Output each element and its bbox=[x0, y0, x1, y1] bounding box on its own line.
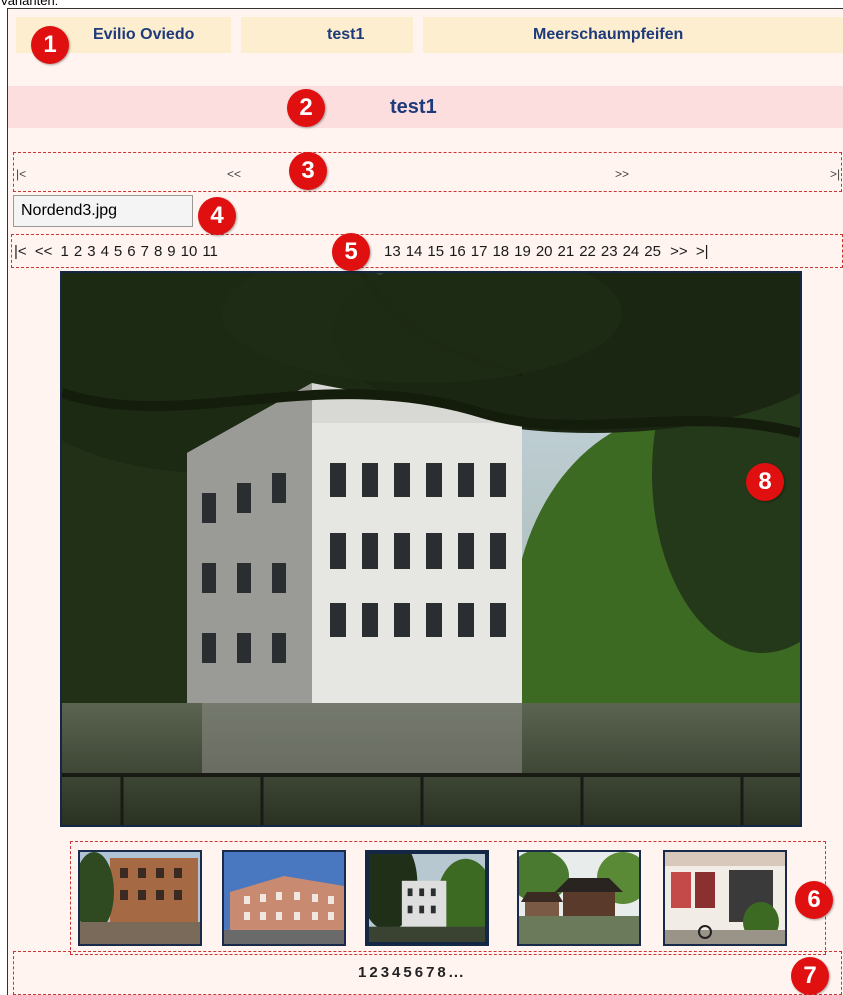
nav-divider bbox=[231, 17, 241, 53]
last-image-link[interactable]: >| bbox=[830, 167, 840, 181]
thumbnail-strip bbox=[70, 841, 826, 955]
image-pager: |< << >> >| bbox=[13, 152, 842, 192]
numbered-image-pager: |< << 1 2 3 4 5 6 7 8 9 10 11 13 14 15 16 17 18 19 20 21 22… bbox=[11, 234, 843, 268]
page-number-link[interactable]: 11 bbox=[202, 243, 218, 260]
page-number-link[interactable]: 6 bbox=[127, 243, 135, 260]
page-number-link[interactable]: 8 bbox=[154, 243, 162, 260]
badge-1: 1 bbox=[31, 26, 69, 64]
thumbnail-page-link[interactable]: 8 bbox=[437, 964, 446, 981]
thumbnail-3-image bbox=[369, 854, 485, 942]
thumbnail-2-image bbox=[224, 852, 344, 944]
thumbnail-2[interactable] bbox=[222, 850, 346, 946]
badge-6: 6 bbox=[795, 881, 833, 919]
page-list-right: 13 14 15 16 17 18 19 20 21 22 23 24 25 >> >| bbox=[384, 243, 712, 260]
page-number-link[interactable]: 4 bbox=[101, 243, 109, 260]
page-number-link[interactable]: 22 bbox=[579, 243, 596, 260]
gallery-frame: Evilio Oviedo test1 Meerschaumpfeifen te… bbox=[7, 8, 843, 995]
page-number-link[interactable]: 20 bbox=[536, 243, 553, 260]
badge-4: 4 bbox=[198, 197, 236, 235]
badge-3: 3 bbox=[289, 152, 327, 190]
page-number-link[interactable]: 14 bbox=[406, 243, 423, 260]
thumbnail-3-selected[interactable] bbox=[365, 850, 489, 946]
badge-7: 7 bbox=[791, 957, 829, 995]
page-number-link[interactable]: 21 bbox=[558, 243, 575, 260]
thumbnail-4[interactable] bbox=[517, 850, 641, 946]
first-page-link[interactable]: |< bbox=[14, 243, 27, 260]
page-number-link[interactable]: 25 bbox=[644, 243, 661, 260]
badge-5: 5 bbox=[332, 233, 370, 271]
nav-link-meerschaumpfeifen[interactable]: Meerschaumpfeifen bbox=[533, 26, 683, 44]
page-number-link[interactable]: 9 bbox=[167, 243, 175, 260]
next-image-link[interactable]: >> bbox=[615, 167, 629, 181]
page-number-link[interactable]: 7 bbox=[141, 243, 149, 260]
thumbnail-1-image bbox=[80, 852, 200, 944]
thumbnail-page-link[interactable]: 4 bbox=[392, 964, 401, 981]
thumbnail-page-link[interactable]: 1 bbox=[358, 964, 367, 981]
page-number-link[interactable]: 24 bbox=[623, 243, 640, 260]
last-page-link[interactable]: >| bbox=[696, 243, 709, 260]
prev-image-link[interactable]: << bbox=[227, 167, 241, 181]
thumbnail-page-link[interactable]: 3 bbox=[381, 964, 390, 981]
page-number-link[interactable]: 23 bbox=[601, 243, 618, 260]
nav-link-test1[interactable]: test1 bbox=[327, 26, 364, 44]
page-numbers-after: 13 14 15 16 17 18 19 20 21 22 23 24 25 bbox=[384, 243, 666, 260]
badge-2: 2 bbox=[287, 89, 325, 127]
page-title: test1 bbox=[390, 96, 437, 118]
thumbnail-page-link[interactable]: 2 bbox=[369, 964, 378, 981]
top-nav: Evilio Oviedo test1 Meerschaumpfeifen bbox=[16, 17, 843, 53]
main-image[interactable] bbox=[60, 271, 802, 827]
thumbnail-page-link[interactable]: 6 bbox=[415, 964, 424, 981]
next-page-link[interactable]: >> bbox=[670, 243, 688, 260]
thumbnail-page-link[interactable]: 5 bbox=[403, 964, 412, 981]
nav-divider bbox=[413, 17, 423, 53]
prev-page-link[interactable]: << bbox=[35, 243, 53, 260]
thumbnail-page-link[interactable]: 7 bbox=[426, 964, 435, 981]
filename-field: Nordend3.jpg bbox=[13, 195, 193, 227]
page-list-left: |< << 1 2 3 4 5 6 7 8 9 10 11 bbox=[14, 243, 223, 260]
thumbnail-pager: 1 2 3 4 5 6 7 8... bbox=[13, 951, 842, 995]
page-caption: Varianten: bbox=[0, 0, 59, 8]
thumbnail-4-image bbox=[519, 852, 639, 944]
first-image-link[interactable]: |< bbox=[16, 167, 26, 181]
page-number-link[interactable]: 1 bbox=[61, 243, 69, 260]
thumbnail-page-link[interactable]: ... bbox=[449, 964, 465, 981]
thumbnail-5-image bbox=[665, 852, 785, 944]
page-number-link[interactable]: 19 bbox=[514, 243, 531, 260]
thumbnail-1[interactable] bbox=[78, 850, 202, 946]
nav-link-evilio-oviedo[interactable]: Evilio Oviedo bbox=[93, 26, 194, 44]
thumbnail-5[interactable] bbox=[663, 850, 787, 946]
page-number-link[interactable]: 18 bbox=[492, 243, 509, 260]
page-number-link[interactable]: 15 bbox=[427, 243, 444, 260]
thumbnail-page-numbers: 1 2 3 4 5 6 7 8... bbox=[358, 964, 466, 981]
page-number-link[interactable]: 10 bbox=[181, 243, 198, 260]
page-number-link[interactable]: 17 bbox=[471, 243, 488, 260]
badge-8: 8 bbox=[746, 463, 784, 501]
album-title-bar: test1 bbox=[8, 86, 843, 128]
page-number-link[interactable]: 13 bbox=[384, 243, 401, 260]
page-numbers-before: 1 2 3 4 5 6 7 8 9 10 11 bbox=[61, 243, 223, 260]
main-photo-illustration bbox=[62, 273, 800, 825]
page-number-link[interactable]: 2 bbox=[74, 243, 82, 260]
page-number-link[interactable]: 16 bbox=[449, 243, 466, 260]
page-number-link[interactable]: 5 bbox=[114, 243, 122, 260]
page-number-link[interactable]: 3 bbox=[87, 243, 95, 260]
